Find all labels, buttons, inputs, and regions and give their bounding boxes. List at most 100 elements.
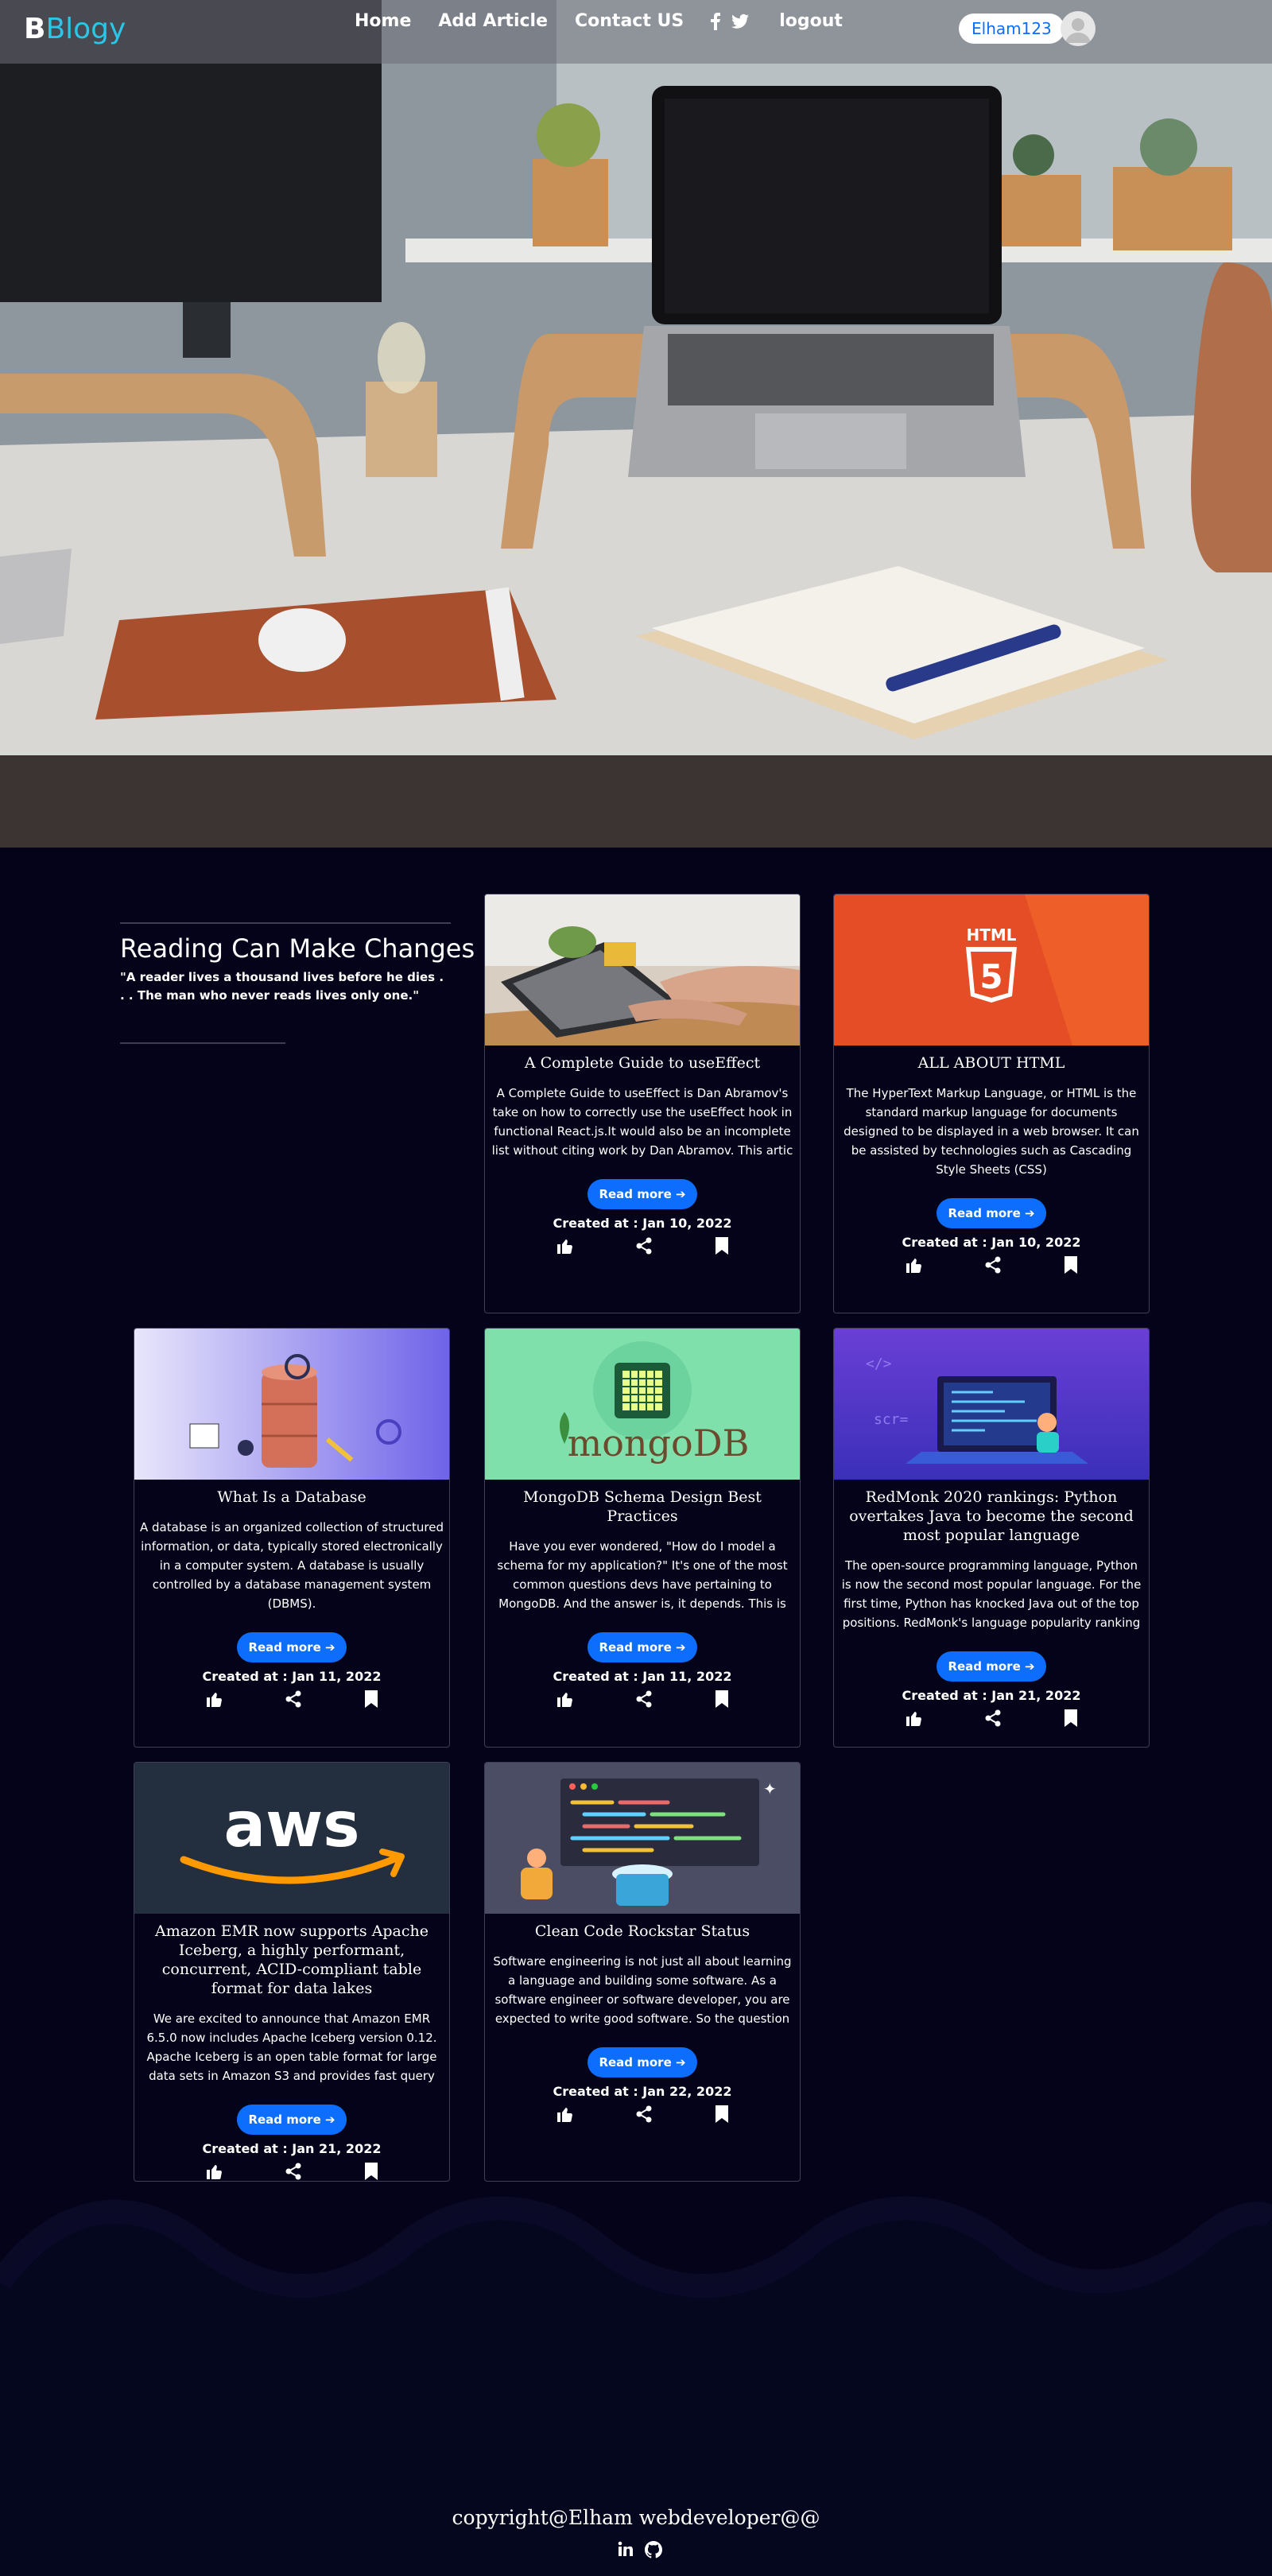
hero-image	[0, 0, 1272, 848]
user-icon	[1065, 18, 1091, 43]
read-more-button[interactable]: Read more ➔	[937, 1651, 1046, 1682]
read-more-label: Read more	[248, 2112, 321, 2127]
article-actions	[834, 1255, 1149, 1275]
article-excerpt: Have you ever wondered, "How do I model …	[497, 1539, 788, 1611]
avatar[interactable]	[1061, 11, 1096, 46]
nav-links: Home Add Article Contact US logout	[355, 11, 870, 31]
svg-text:</>: </>	[866, 1356, 892, 1372]
intro-quote: "A reader lives a thousand lives before …	[120, 970, 444, 1003]
article-actions	[485, 1236, 800, 1256]
article-card: mongoDB MongoDB Schema Design Best Pract…	[484, 1328, 801, 1748]
bookmark-icon[interactable]	[716, 1690, 728, 1708]
article-excerpt: A Complete Guide to useEffect is Dan Abr…	[491, 1086, 793, 1158]
nav-home-link[interactable]: Home	[355, 11, 411, 31]
thumbs-up-icon[interactable]	[556, 2106, 572, 2122]
article-title: Clean Code Rockstar Status	[534, 1922, 750, 1940]
read-more-label: Read more	[948, 1206, 1021, 1220]
read-more-button[interactable]: Read more ➔	[588, 2047, 697, 2077]
thumbs-up-icon[interactable]	[206, 1691, 222, 1707]
read-more-button[interactable]: Read more ➔	[588, 1179, 697, 1209]
article-title: MongoDB Schema Design Best Practices	[523, 1488, 762, 1525]
article-title: What Is a Database	[217, 1488, 366, 1506]
brand-name: Blogy	[45, 13, 126, 45]
nav-add-article-link[interactable]: Add Article	[438, 11, 548, 31]
arrow-right-icon: ➔	[324, 1640, 335, 1655]
read-more-label: Read more	[599, 1187, 672, 1201]
bookmark-icon[interactable]	[1065, 1256, 1077, 1274]
share-icon[interactable]	[985, 1709, 1001, 1727]
twitter-icon[interactable]	[731, 14, 750, 29]
read-more-label: Read more	[248, 1640, 321, 1655]
article-title: A Complete Guide to useEffect	[524, 1054, 761, 1072]
logout-link[interactable]: logout	[779, 11, 843, 31]
article-excerpt: The HyperText Markup Language, or HTML i…	[843, 1086, 1139, 1177]
read-more-label: Read more	[599, 2055, 672, 2070]
thumbs-up-icon[interactable]	[556, 1238, 572, 1254]
thumbs-up-icon[interactable]	[906, 1257, 921, 1273]
footer	[0, 2306, 1272, 2576]
bookmark-icon[interactable]	[1065, 1709, 1077, 1727]
divider	[120, 922, 451, 924]
arrow-right-icon: ➔	[1024, 1659, 1035, 1674]
article-excerpt: The open-source programming language, Py…	[841, 1558, 1142, 1630]
share-icon[interactable]	[636, 1237, 652, 1255]
article-image: aws	[134, 1763, 449, 1914]
read-more-button[interactable]: Read more ➔	[237, 2105, 347, 2135]
read-more-label: Read more	[599, 1640, 672, 1655]
share-icon[interactable]	[285, 1690, 301, 1708]
article-actions	[134, 1689, 449, 1709]
article-image: HTML 5	[834, 894, 1149, 1046]
mongodb-logo-text: mongoDB	[568, 1422, 750, 1465]
article-title: RedMonk 2020 rankings: Python overtakes …	[849, 1488, 1134, 1544]
article-card: ✦ Clean Code Rockstar Status Software en…	[484, 1762, 801, 2182]
username-badge[interactable]: Elham123	[959, 14, 1065, 44]
article-image: </> scr=	[834, 1329, 1149, 1480]
arrow-right-icon: ➔	[675, 1640, 686, 1655]
hero-banner	[0, 0, 1272, 848]
github-icon[interactable]	[645, 2541, 662, 2559]
copyright-text: copyright@Elham webdeveloper@@	[452, 2506, 820, 2529]
article-date: Created at : Jan 11, 2022	[553, 1669, 732, 1684]
thumbs-up-icon[interactable]	[906, 1710, 921, 1726]
article-card: A Complete Guide to useEffect A Complete…	[484, 894, 801, 1313]
article-card: HTML 5 ALL ABOUT HTML The HyperText Mark…	[833, 894, 1150, 1313]
svg-text:scr=: scr=	[874, 1411, 909, 1428]
article-date: Created at : Jan 22, 2022	[553, 2084, 732, 2099]
article-actions	[485, 1689, 800, 1709]
article-actions	[485, 2104, 800, 2124]
share-icon[interactable]	[636, 2105, 652, 2123]
article-card: </> scr= RedMonk 2020 rankings: Python o…	[833, 1328, 1150, 1748]
read-more-button[interactable]: Read more ➔	[588, 1632, 697, 1662]
facebook-icon[interactable]	[711, 12, 721, 30]
article-card: What Is a Database A database is an orga…	[134, 1328, 450, 1748]
article-actions	[834, 1708, 1149, 1728]
read-more-button[interactable]: Read more ➔	[937, 1198, 1046, 1228]
article-image: mongoDB	[485, 1329, 800, 1480]
read-more-button[interactable]: Read more ➔	[237, 1632, 347, 1662]
article-excerpt: A database is an organized collection of…	[140, 1520, 444, 1611]
article-image: ✦	[485, 1763, 800, 1914]
nav-contact-link[interactable]: Contact US	[575, 11, 684, 31]
article-date: Created at : Jan 10, 2022	[553, 1216, 732, 1231]
article-excerpt: We are excited to announce that Amazon E…	[146, 2012, 437, 2083]
read-more-label: Read more	[948, 1659, 1021, 1674]
bookmark-icon[interactable]	[716, 1237, 728, 1255]
aws-logo-text: aws	[223, 1790, 359, 1861]
article-image	[134, 1329, 449, 1480]
linkedin-icon[interactable]	[618, 2541, 634, 2559]
arrow-right-icon: ➔	[324, 2112, 335, 2127]
brand-logo[interactable]: BBlogy	[24, 13, 126, 45]
thumbs-up-icon[interactable]	[556, 1691, 572, 1707]
arrow-right-icon: ➔	[675, 1187, 686, 1201]
share-icon[interactable]	[636, 1690, 652, 1708]
bookmark-icon[interactable]	[365, 1690, 378, 1708]
social-links	[711, 12, 760, 30]
article-title: Amazon EMR now supports Apache Iceberg, …	[154, 1922, 429, 1997]
article-excerpt: Software engineering is not just all abo…	[493, 1954, 792, 2026]
article-image	[485, 894, 800, 1046]
share-icon[interactable]	[985, 1256, 1001, 1274]
bookmark-icon[interactable]	[716, 2105, 728, 2123]
navbar: BBlogy Home Add Article Contact US logou…	[0, 0, 1272, 64]
article-date: Created at : Jan 10, 2022	[902, 1235, 1081, 1250]
article-date: Created at : Jan 11, 2022	[202, 1669, 382, 1684]
